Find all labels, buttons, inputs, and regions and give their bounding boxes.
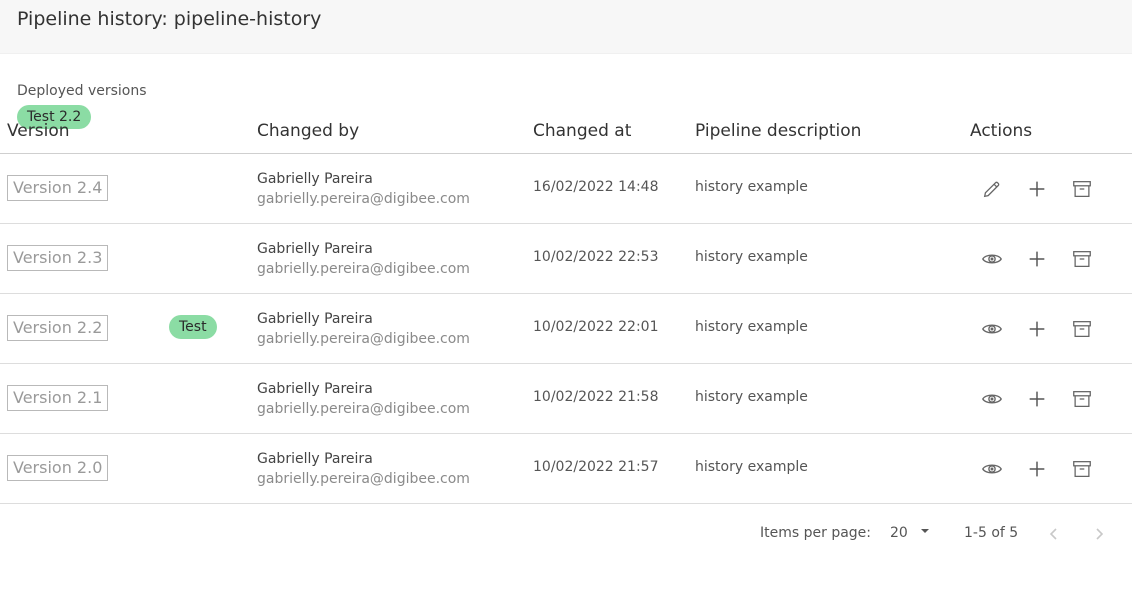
changed-by: Gabrielly Pareira gabrielly.pereira@digi…: [257, 239, 470, 279]
table-body: Version 2.4 Gabrielly Pareira gabrielly.…: [0, 154, 1132, 504]
eye-icon: [981, 248, 1003, 270]
view-button[interactable]: [979, 386, 1005, 412]
page-title: Pipeline history: pipeline-history: [17, 8, 322, 30]
table-row: Version 2.3 Gabrielly Pareira gabrielly.…: [0, 224, 1132, 294]
create-version-button[interactable]: [1024, 316, 1050, 342]
archive-button[interactable]: [1069, 246, 1095, 272]
changed-at: 16/02/2022 14:48: [533, 179, 659, 195]
changed-by-email: gabrielly.pereira@digibee.com: [257, 401, 470, 417]
table-header-row: Version Changed by Changed at Pipeline d…: [0, 112, 1132, 154]
version-label[interactable]: Version 2.1: [7, 385, 109, 411]
changed-by: Gabrielly Pareira gabrielly.pereira@digi…: [257, 449, 470, 489]
create-version-button[interactable]: [1024, 456, 1050, 482]
next-page-button[interactable]: [1087, 522, 1111, 546]
column-header-description: Pipeline description: [695, 121, 862, 141]
version-label[interactable]: Version 2.4: [7, 175, 109, 201]
version-label[interactable]: Version 2.3: [7, 245, 109, 271]
deployed-versions-label: Deployed versions: [17, 83, 147, 99]
create-version-button[interactable]: [1024, 246, 1050, 272]
changed-by-email: gabrielly.pereira@digibee.com: [257, 331, 470, 347]
changed-by-name: Gabrielly Pareira: [257, 241, 373, 257]
changed-at: 10/02/2022 21:58: [533, 389, 659, 405]
archive-icon: [1071, 178, 1093, 200]
chevron-down-icon[interactable]: [919, 525, 931, 541]
create-version-button[interactable]: [1024, 386, 1050, 412]
create-version-button[interactable]: [1024, 176, 1050, 202]
changed-by: Gabrielly Pareira gabrielly.pereira@digi…: [257, 379, 470, 419]
view-button[interactable]: [979, 246, 1005, 272]
table-row: Version 2.0 Gabrielly Pareira gabrielly.…: [0, 434, 1132, 504]
changed-by: Gabrielly Pareira gabrielly.pereira@digi…: [257, 309, 470, 349]
changed-by: Gabrielly Pareira gabrielly.pereira@digi…: [257, 169, 470, 209]
pipeline-description: history example: [695, 319, 808, 335]
archive-button[interactable]: [1069, 316, 1095, 342]
table-row: Version 2.2 Test Gabrielly Pareira gabri…: [0, 294, 1132, 364]
table-row: Version 2.1 Gabrielly Pareira gabrielly.…: [0, 364, 1132, 434]
column-header-changed-at: Changed at: [533, 121, 632, 141]
view-button[interactable]: [979, 456, 1005, 482]
pencil-icon: [981, 178, 1003, 200]
column-header-changed-by: Changed by: [257, 121, 360, 141]
eye-icon: [981, 388, 1003, 410]
items-per-page-label: Items per page:: [760, 525, 872, 541]
changed-by-name: Gabrielly Pareira: [257, 311, 373, 327]
history-table: Version Changed by Changed at Pipeline d…: [0, 112, 1132, 504]
column-header-actions: Actions: [970, 121, 1033, 141]
archive-icon: [1071, 248, 1093, 270]
page-header: Pipeline history: pipeline-history: [0, 0, 1132, 54]
archive-button[interactable]: [1069, 176, 1095, 202]
page-size-select[interactable]: 20: [890, 525, 908, 541]
plus-icon: [1026, 178, 1048, 200]
plus-icon: [1026, 318, 1048, 340]
changed-at: 10/02/2022 22:01: [533, 319, 659, 335]
column-header-version: Version: [7, 121, 70, 141]
archive-icon: [1071, 318, 1093, 340]
pipeline-description: history example: [695, 459, 808, 475]
changed-by-email: gabrielly.pereira@digibee.com: [257, 191, 470, 207]
page-range: 1-5 of 5: [964, 525, 1019, 541]
previous-page-button[interactable]: [1042, 522, 1066, 546]
view-button[interactable]: [979, 316, 1005, 342]
version-label[interactable]: Version 2.2: [7, 315, 109, 341]
archive-icon: [1071, 458, 1093, 480]
archive-button[interactable]: [1069, 386, 1095, 412]
plus-icon: [1026, 388, 1048, 410]
changed-by-email: gabrielly.pereira@digibee.com: [257, 261, 470, 277]
changed-by-email: gabrielly.pereira@digibee.com: [257, 471, 470, 487]
edit-button[interactable]: [979, 176, 1005, 202]
archive-icon: [1071, 388, 1093, 410]
changed-at: 10/02/2022 21:57: [533, 459, 659, 475]
archive-button[interactable]: [1069, 456, 1095, 482]
eye-icon: [981, 458, 1003, 480]
chevron-right-icon: [1096, 528, 1104, 540]
chevron-left-icon: [1049, 528, 1057, 540]
plus-icon: [1026, 458, 1048, 480]
eye-icon: [981, 318, 1003, 340]
changed-at: 10/02/2022 22:53: [533, 249, 659, 265]
paginator: Items per page: 20 1-5 of 5: [0, 504, 1132, 564]
plus-icon: [1026, 248, 1048, 270]
environment-tag: Test: [169, 315, 217, 339]
version-label[interactable]: Version 2.0: [7, 455, 109, 481]
pipeline-description: history example: [695, 249, 808, 265]
changed-by-name: Gabrielly Pareira: [257, 381, 373, 397]
changed-by-name: Gabrielly Pareira: [257, 451, 373, 467]
table-row: Version 2.4 Gabrielly Pareira gabrielly.…: [0, 154, 1132, 224]
pipeline-description: history example: [695, 389, 808, 405]
pipeline-description: history example: [695, 179, 808, 195]
changed-by-name: Gabrielly Pareira: [257, 171, 373, 187]
